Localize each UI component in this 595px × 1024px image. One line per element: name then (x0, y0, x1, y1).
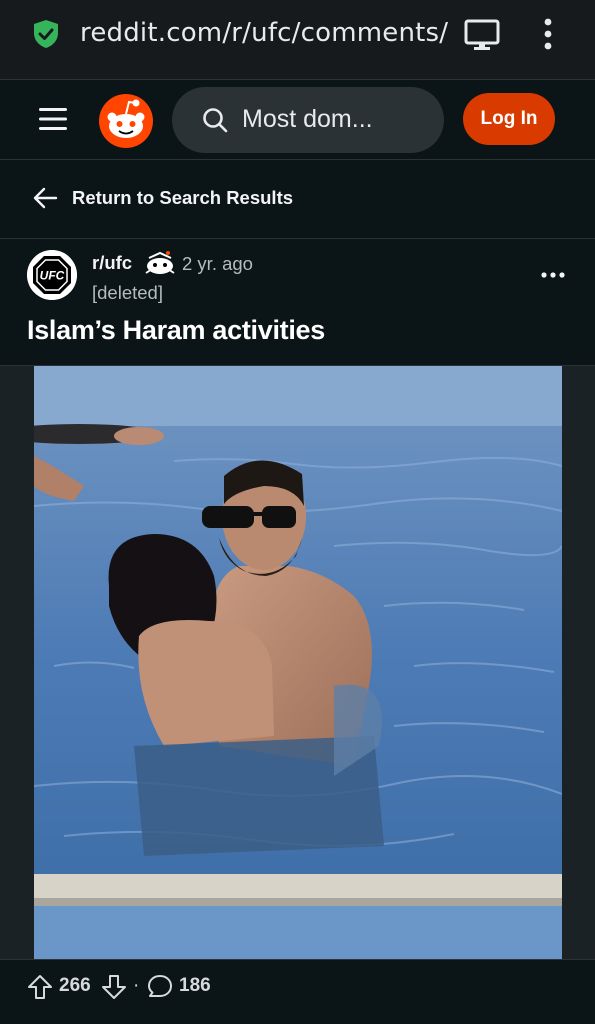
upvote-icon[interactable] (27, 974, 53, 1000)
more-options-icon[interactable] (540, 268, 566, 282)
post-title[interactable]: Islam’s Haram activities (27, 315, 325, 346)
subreddit-avatar[interactable]: UFC (27, 250, 77, 300)
subreddit-name[interactable]: r/ufc (92, 252, 132, 274)
browser-url-bar: reddit.com/r/ufc/comments/ (0, 0, 595, 80)
reddit-logo-icon[interactable] (98, 93, 154, 149)
post-video[interactable] (34, 366, 562, 959)
address-text[interactable]: reddit.com/r/ufc/comments/ (80, 18, 448, 48)
kebab-menu-icon[interactable] (538, 17, 558, 51)
snoo-badge-icon (145, 251, 175, 274)
search-query-text: Most dom... (242, 105, 373, 133)
hamburger-icon[interactable] (38, 106, 68, 132)
downvote-icon[interactable] (101, 974, 127, 1000)
desktop-icon[interactable] (464, 18, 500, 52)
back-arrow-icon[interactable] (32, 186, 58, 210)
search-box[interactable]: Most dom... (172, 87, 444, 153)
comment-count[interactable]: 186 (179, 975, 211, 997)
login-button[interactable]: Log In (463, 93, 555, 145)
avatar-text: UFC (40, 269, 65, 283)
vote-score: 266 (59, 975, 91, 996)
post-author[interactable]: [deleted] (92, 282, 163, 304)
comment-bubble-icon[interactable] (146, 973, 174, 1001)
separator-dot: · (133, 975, 140, 996)
shield-check-icon[interactable] (32, 19, 60, 49)
return-to-search-link[interactable]: Return to Search Results (72, 187, 293, 209)
search-icon (203, 108, 228, 133)
post-age: 2 yr. ago (182, 253, 253, 274)
